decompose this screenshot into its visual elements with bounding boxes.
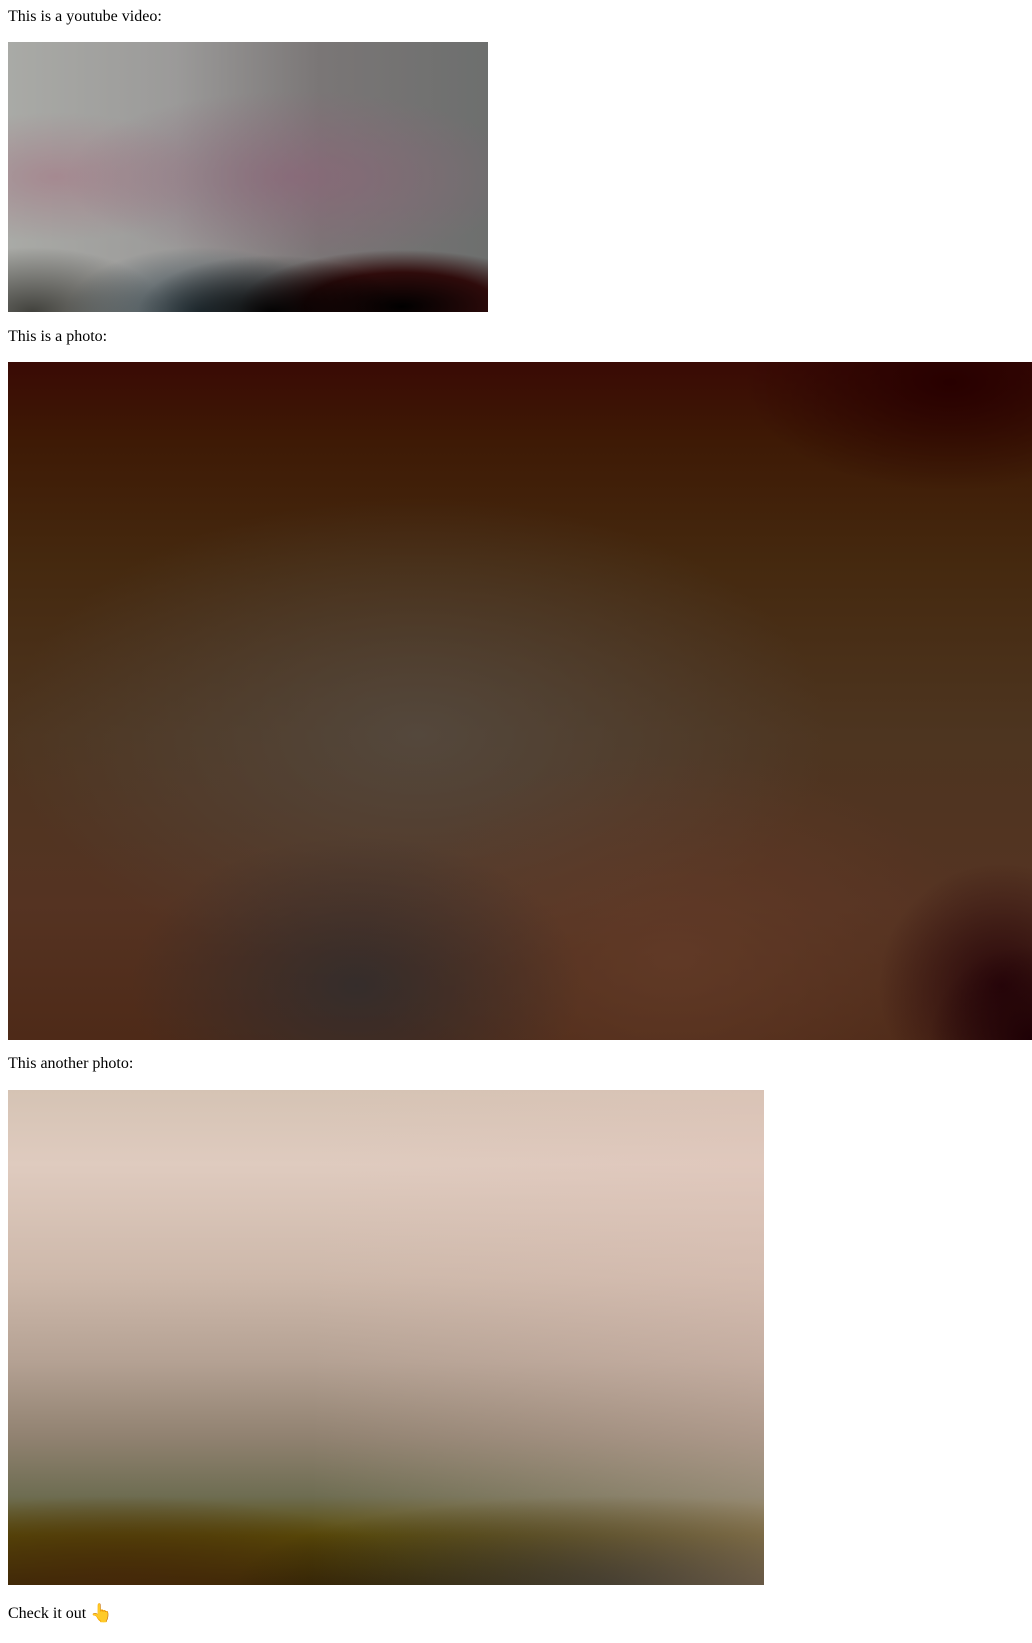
cta-text: Check it out — [8, 1605, 87, 1622]
video-caption: This is a youtube video: — [8, 8, 162, 25]
another-photo-caption: This another photo: — [8, 1055, 134, 1072]
another-photo-image — [8, 1090, 764, 1585]
youtube-video-embed[interactable] — [8, 42, 488, 312]
photo-caption: This is a photo: — [8, 328, 108, 345]
photo-image — [8, 362, 1032, 1040]
pointing-up-icon: 👆 — [90, 1603, 113, 1624]
cta-line: Check it out 👆 — [8, 1605, 113, 1623]
